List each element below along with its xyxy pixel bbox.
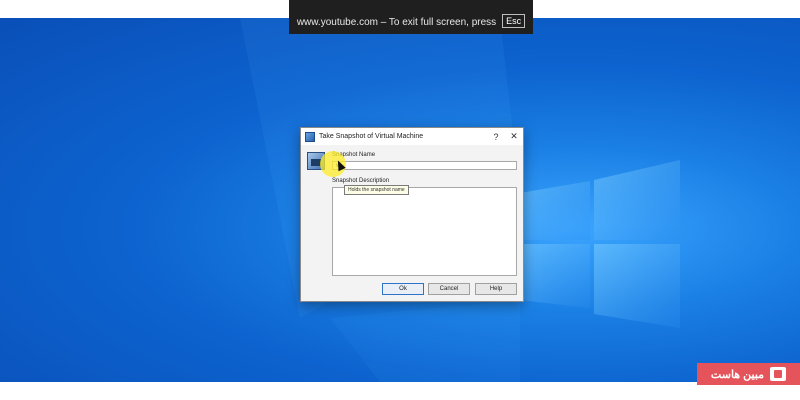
- close-icon[interactable]: ✕: [505, 128, 523, 145]
- dialog-title: Take Snapshot of Virtual Machine: [319, 133, 424, 140]
- ok-button[interactable]: Ok: [382, 283, 424, 295]
- fullscreen-notice-text: www.youtube.com – To exit full screen, p…: [296, 17, 497, 28]
- snapshot-description-label: Snapshot Description: [332, 178, 390, 184]
- watermark-badge: مبین هاست: [697, 363, 800, 385]
- snapshot-description-textarea[interactable]: [332, 187, 517, 276]
- dialog-titlebar[interactable]: Take Snapshot of Virtual Machine ? ✕: [301, 128, 523, 145]
- esc-key-badge: Esc: [502, 14, 526, 28]
- help-icon[interactable]: ?: [487, 128, 505, 145]
- snapshot-name-input[interactable]: wi: [332, 161, 517, 170]
- snapshot-name-tooltip: Holds the snapshot name: [344, 185, 409, 195]
- help-button[interactable]: Help: [475, 283, 517, 295]
- watermark-text: مبین هاست: [710, 368, 765, 381]
- virtualbox-icon: [305, 131, 315, 142]
- fullscreen-notice: www.youtube.com – To exit full screen, p…: [289, 0, 533, 34]
- cancel-button[interactable]: Cancel: [428, 283, 470, 295]
- mobinhost-logo-icon: [770, 367, 787, 381]
